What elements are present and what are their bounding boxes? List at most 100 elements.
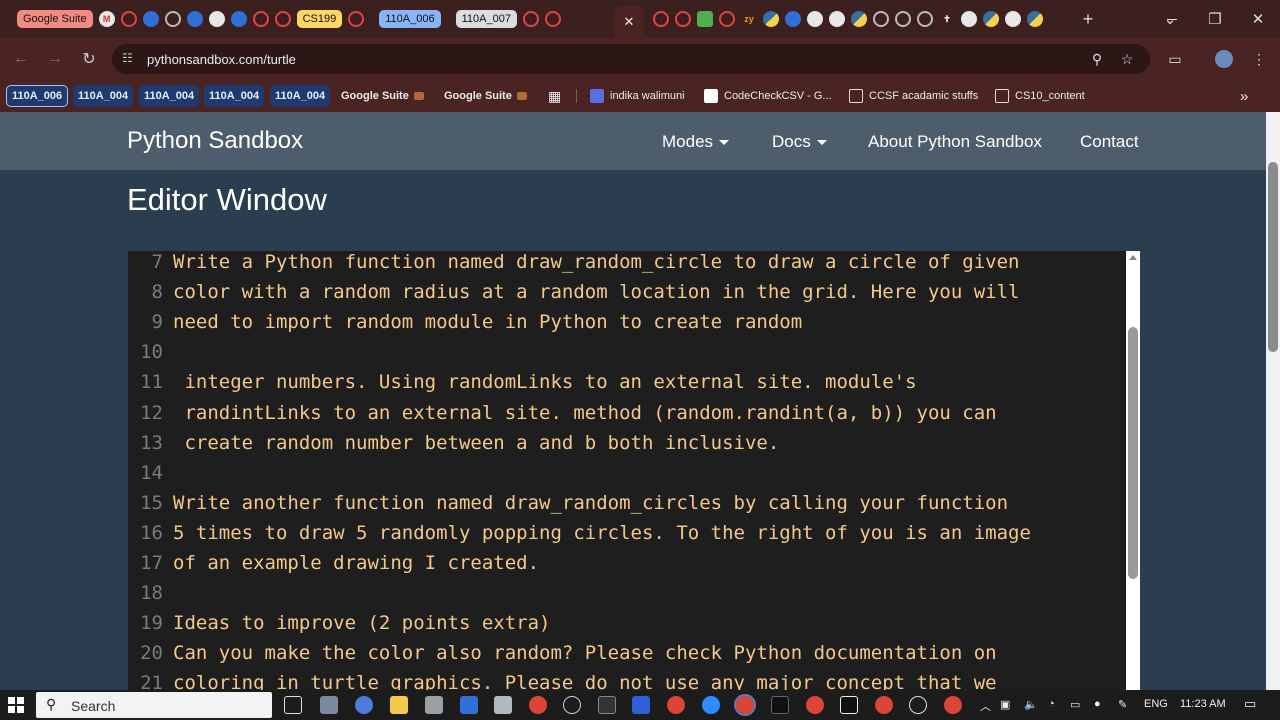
taskbar-search-box[interactable]: ⚲ Search <box>36 692 272 718</box>
new-tab-button[interactable]: + <box>1078 9 1098 29</box>
task-view-icon[interactable] <box>284 696 302 714</box>
active-tab[interactable]: ✕ <box>614 6 644 38</box>
file-explorer-icon[interactable] <box>390 696 408 714</box>
tab-icon[interactable] <box>785 11 801 27</box>
editor-scroll-thumb[interactable] <box>1128 327 1138 579</box>
back-button[interactable]: ← <box>12 50 30 68</box>
close-tab-icon[interactable]: ✕ <box>624 14 635 30</box>
editor-scrollbar[interactable] <box>1126 251 1140 691</box>
terminal-icon[interactable] <box>598 696 616 714</box>
menu-icon[interactable]: ⋮ <box>1250 50 1268 68</box>
python-icon[interactable] <box>1027 11 1043 27</box>
code-text[interactable]: Write a Python function named draw_rando… <box>173 251 1019 273</box>
battery-icon[interactable]: ▭ <box>1070 698 1080 711</box>
tab-icon[interactable] <box>252 11 269 27</box>
code-line[interactable]: 21 coloring in turtle graphics. Please do… <box>128 672 1126 691</box>
code-line[interactable]: 19 Ideas to improve (2 points extra) <box>128 612 1126 642</box>
code-text[interactable]: randintLinks to an external site. method… <box>173 402 996 424</box>
python-icon[interactable] <box>851 11 867 27</box>
reading-mode-icon[interactable]: ▭ <box>1166 50 1184 68</box>
tab-icon[interactable]: zy <box>741 11 757 27</box>
windows-start-icon[interactable] <box>8 697 24 713</box>
code-line[interactable]: 11 integer numbers. Using randomLinks to… <box>128 371 1126 401</box>
chrome-icon[interactable] <box>734 694 756 716</box>
taskbar-app-icon[interactable] <box>494 696 512 714</box>
bookmark-110a-004[interactable]: 110A_004 <box>73 85 134 107</box>
pen-icon[interactable]: ✎ <box>1118 698 1127 711</box>
code-text[interactable]: 5 times to draw 5 randomly popping circl… <box>173 522 1031 544</box>
code-text[interactable]: of an example drawing I created. <box>173 552 539 574</box>
page-scroll-thumb[interactable] <box>1268 162 1278 352</box>
github-icon[interactable] <box>208 11 225 27</box>
code-editor[interactable]: 7 Write a Python function named draw_rand… <box>128 251 1126 691</box>
tab-group-cs199[interactable]: CS199 <box>296 10 343 28</box>
speaker-icon[interactable]: 🔈 <box>1024 698 1038 711</box>
tray-chevron-icon[interactable]: ︿ <box>980 698 991 714</box>
reload-button[interactable]: ↻ <box>80 50 98 68</box>
apps-grid-icon[interactable]: ▦ <box>548 85 561 107</box>
code-text[interactable]: color with a random radius at a random l… <box>173 281 1019 303</box>
close-window-button[interactable]: ✕ <box>1248 9 1268 29</box>
whatsapp-icon[interactable] <box>909 696 927 714</box>
tab-icon[interactable] <box>697 11 713 27</box>
site-info-icon[interactable]: ☷ <box>122 51 138 67</box>
restore-button[interactable]: ❐ <box>1205 9 1225 29</box>
python-icon[interactable] <box>983 11 999 27</box>
tab-icon[interactable] <box>895 11 911 27</box>
tab-icon[interactable] <box>829 11 845 27</box>
tab-icon[interactable] <box>653 11 669 27</box>
chrome-icon[interactable] <box>806 696 824 714</box>
code-text[interactable]: Write another function named draw_random… <box>173 492 1008 514</box>
tab-group-110a-006[interactable]: 110A_006 <box>379 10 441 28</box>
code-line[interactable]: 8 color with a random radius at a random … <box>128 281 1126 311</box>
nav-docs[interactable]: Docs <box>772 132 827 152</box>
tab-icon[interactable] <box>348 11 365 27</box>
bookmark-folder-ccsf[interactable]: CCSF acadamic stuffs <box>849 85 978 107</box>
taskbar-app-icon[interactable] <box>771 696 789 714</box>
code-line[interactable]: 9 need to import random module in Python … <box>128 311 1126 341</box>
bookmark-110a-004[interactable]: 110A_004 <box>270 85 331 107</box>
nav-contact[interactable]: Contact <box>1080 132 1139 152</box>
code-text[interactable]: integer numbers. Using randomLinks to an… <box>173 371 916 393</box>
nav-about[interactable]: About Python Sandbox <box>868 132 1042 152</box>
chrome-icon[interactable] <box>875 696 893 714</box>
zoom-icon[interactable]: ⚲ <box>1088 50 1106 68</box>
chrome-icon[interactable] <box>667 696 685 714</box>
language-indicator[interactable]: ENG <box>1144 698 1168 710</box>
python-icon[interactable] <box>763 11 779 27</box>
tab-icon[interactable] <box>142 11 159 27</box>
page-scrollbar[interactable] <box>1266 112 1280 690</box>
tray-app-icon[interactable]: ▣ <box>1000 698 1010 711</box>
taskbar-app-icon[interactable] <box>563 696 581 714</box>
taskbar-app-icon[interactable] <box>460 696 478 714</box>
tab-icon[interactable] <box>186 11 203 27</box>
code-line[interactable]: 20 Can you make the color also random? Pl… <box>128 642 1126 672</box>
minimize-button[interactable] <box>1162 9 1182 29</box>
bookmark-star-icon[interactable]: ☆ <box>1118 50 1136 68</box>
tab-icon[interactable] <box>522 11 539 27</box>
tab-icon[interactable] <box>873 11 889 27</box>
bookmark-google-suite[interactable]: Google Suite <box>341 85 424 107</box>
tab-icon[interactable] <box>230 11 247 27</box>
site-brand[interactable]: Python Sandbox <box>127 127 303 155</box>
notification-icon[interactable]: ▭ <box>1244 696 1256 712</box>
code-line[interactable]: 10 <box>128 341 1126 371</box>
bookmark-indika-walimuni[interactable]: indika walimuni <box>590 85 685 107</box>
wifi-icon[interactable]: ◔ <box>1048 698 1055 710</box>
code-line[interactable]: 12 randintLinks to an external site. met… <box>128 402 1126 432</box>
bookmarks-overflow-icon[interactable]: » <box>1240 85 1248 107</box>
code-text[interactable]: need to import random module in Python t… <box>173 311 802 333</box>
tab-icon[interactable] <box>274 11 291 27</box>
code-text[interactable]: Can you make the color also random? Plea… <box>173 642 997 664</box>
code-line[interactable]: 16 5 times to draw 5 randomly popping cir… <box>128 522 1126 552</box>
bookmark-110a-004[interactable]: 110A_004 <box>139 85 200 107</box>
gmail-icon[interactable]: M <box>98 11 115 27</box>
nav-modes[interactable]: Modes <box>662 132 730 152</box>
code-line[interactable]: 18 <box>128 582 1126 612</box>
tab-icon[interactable] <box>807 11 823 27</box>
chrome-icon[interactable] <box>529 696 547 714</box>
profile-avatar[interactable] <box>1215 50 1233 68</box>
chrome-icon[interactable] <box>944 696 962 714</box>
address-bar[interactable]: ☷ pythonsandbox.com/turtle ⚲ ☆ <box>112 44 1150 74</box>
scroll-up-icon[interactable] <box>1129 255 1137 260</box>
